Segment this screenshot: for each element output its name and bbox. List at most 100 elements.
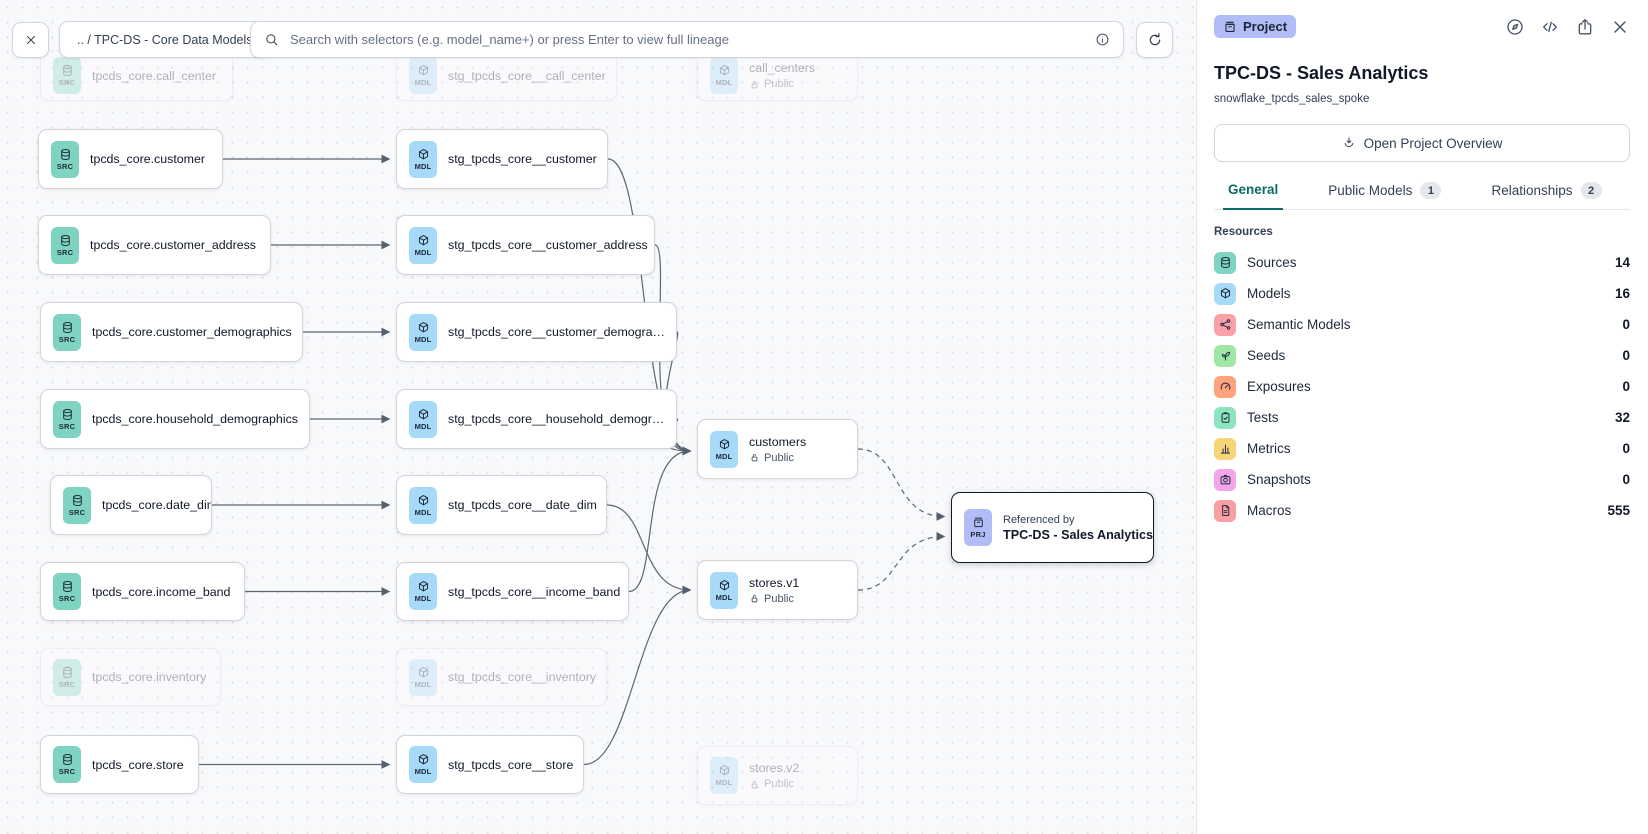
database-icon: [61, 321, 74, 334]
node-text: tpcds_core.call_center: [92, 69, 216, 83]
info-icon[interactable]: [1095, 32, 1110, 47]
node-sublabel: Referenced by: [1003, 514, 1141, 526]
bar-chart-icon: [1214, 438, 1236, 460]
node-visibility: Public: [749, 78, 815, 90]
lineage-node-src_household_demographics[interactable]: SRCtpcds_core.household_demographics: [40, 389, 310, 449]
lineage-node-src_inventory[interactable]: SRCtpcds_core.inventory: [40, 648, 221, 706]
open-project-overview-button[interactable]: Open Project Overview: [1214, 124, 1630, 162]
lineage-node-src_store[interactable]: SRCtpcds_core.store: [40, 735, 199, 794]
lineage-node-pub_stores_v2[interactable]: MDLstores.v2Public: [697, 746, 858, 805]
database-icon: [61, 408, 74, 421]
semantic-graph-icon: [1214, 314, 1236, 336]
database-icon: [61, 666, 74, 679]
open-project-overview-label: Open Project Overview: [1364, 136, 1503, 151]
resource-row-tests[interactable]: Tests32: [1214, 402, 1630, 433]
lineage-node-mdl_customer[interactable]: MDL stg_tpcds_core__customer: [396, 129, 608, 189]
cube-icon: [417, 580, 430, 593]
resource-label: Models: [1247, 286, 1604, 301]
close-button[interactable]: [1610, 17, 1630, 37]
lock-icon: [749, 452, 760, 463]
lineage-node-mdl_income_band[interactable]: MDLstg_tpcds_core__income_band: [396, 562, 629, 621]
tab-public-models[interactable]: Public Models1: [1323, 182, 1446, 210]
lineage-node-pub_customers[interactable]: MDLcustomersPublic: [697, 419, 858, 479]
lineage-node-prj_sales_analytics[interactable]: PRJReferenced byTPC-DS - Sales Analytics: [951, 492, 1154, 563]
node-label: stg_tpcds_core__call_center: [448, 69, 604, 83]
cube-icon: [718, 64, 731, 77]
node-label: tpcds_core.customer_address: [90, 238, 256, 252]
lock-icon: [749, 779, 760, 790]
resource-label: Tests: [1247, 410, 1604, 425]
camera-icon: [1214, 469, 1236, 491]
node-label: tpcds_core.customer: [90, 152, 205, 166]
node-label: tpcds_core.customer_demographics: [92, 325, 290, 339]
export-button[interactable]: [1575, 17, 1595, 37]
resource-row-semantic-models[interactable]: Semantic Models0: [1214, 309, 1630, 340]
resource-row-models[interactable]: Models16: [1214, 278, 1630, 309]
node-label: tpcds_core.call_center: [92, 69, 216, 83]
lineage-node-mdl_store[interactable]: MDLstg_tpcds_core__store: [396, 735, 584, 794]
lineage-node-mdl_customer_address[interactable]: MDLstg_tpcds_core__customer_address: [396, 215, 655, 275]
lineage-node-src_customer[interactable]: SRCtpcds_core.customer: [38, 129, 223, 189]
resource-row-exposures[interactable]: Exposures0: [1214, 371, 1630, 402]
lineage-node-mdl_inventory[interactable]: MDLstg_tpcds_core__inventory: [396, 648, 607, 706]
mdl-badge: MDL: [710, 572, 738, 609]
panel-header: Project: [1214, 15, 1630, 38]
database-icon: [1214, 252, 1236, 274]
node-text: stg_tpcds_core__customer: [448, 152, 595, 166]
mdl-badge: MDL: [409, 141, 437, 178]
node-label: tpcds_core.date_dim: [102, 498, 199, 512]
resource-row-sources[interactable]: Sources14: [1214, 247, 1630, 278]
tab-general[interactable]: General: [1223, 182, 1283, 210]
node-label: stores.v2: [749, 761, 799, 775]
node-label: tpcds_core.household_demographics: [92, 412, 297, 426]
lineage-canvas[interactable]: SRCtpcds_core.call_centerSRCtpcds_core.c…: [0, 0, 1196, 834]
resource-label: Snapshots: [1247, 472, 1611, 487]
resource-row-snapshots[interactable]: Snapshots0: [1214, 464, 1630, 495]
lineage-node-src_date_dim[interactable]: SRCtpcds_core.date_dim: [50, 475, 212, 535]
lineage-node-mdl_customer_demographics[interactable]: MDLstg_tpcds_core__customer_demogra…: [396, 302, 677, 362]
close-lineage-button[interactable]: [12, 22, 49, 58]
resource-label: Macros: [1247, 503, 1596, 518]
resource-row-metrics[interactable]: Metrics0: [1214, 433, 1630, 464]
search-icon: [264, 32, 279, 47]
visibility-label: Public: [764, 452, 794, 464]
cube-icon: [417, 64, 430, 77]
search-input[interactable]: [288, 31, 1086, 48]
compass-button[interactable]: [1505, 17, 1525, 37]
database-icon: [61, 580, 74, 593]
code-button[interactable]: [1540, 17, 1560, 37]
close-icon: [1610, 17, 1630, 37]
node-label: customers: [749, 435, 806, 449]
tab-label: Relationships: [1491, 183, 1572, 198]
resource-row-seeds[interactable]: Seeds0: [1214, 340, 1630, 371]
src-badge: SRC: [51, 227, 79, 264]
node-label: stg_tpcds_core__date_dim: [448, 498, 594, 512]
panel-header-actions: [1505, 17, 1630, 37]
resource-label: Metrics: [1247, 441, 1611, 456]
database-icon: [59, 148, 72, 161]
resource-row-macros[interactable]: Macros555: [1214, 495, 1630, 526]
lineage-node-src_customer_address[interactable]: SRC tpcds_core.customer_address: [38, 215, 271, 275]
overview-icon: [1342, 136, 1356, 150]
lineage-node-src_customer_demographics[interactable]: SRCtpcds_core.customer_demographics: [40, 302, 303, 362]
lineage-node-mdl_household_demographics[interactable]: MDLstg_tpcds_core__household_demogr…: [396, 389, 677, 449]
visibility-label: Public: [764, 593, 794, 605]
lineage-node-pub_stores_v1[interactable]: MDLstores.v1Public: [697, 560, 858, 620]
node-label: stg_tpcds_core__customer_address: [448, 238, 642, 252]
node-text: tpcds_core.customer_demographics: [92, 325, 290, 339]
project-icon: [972, 516, 985, 529]
node-label: stg_tpcds_core__household_demogr…: [448, 412, 664, 426]
node-text: stg_tpcds_core__customer_address: [448, 238, 642, 252]
refresh-icon: [1147, 32, 1163, 48]
src-badge: SRC: [53, 573, 81, 610]
refresh-lineage-button[interactable]: [1136, 22, 1173, 58]
node-text: stores.v2Public: [749, 761, 799, 790]
lineage-node-mdl_date_dim[interactable]: MDLstg_tpcds_core__date_dim: [396, 475, 607, 535]
lineage-node-src_income_band[interactable]: SRCtpcds_core.income_band: [40, 562, 245, 621]
tab-relationships[interactable]: Relationships2: [1486, 182, 1606, 210]
node-text: stg_tpcds_core__date_dim: [448, 498, 594, 512]
breadcrumb[interactable]: .. / TPC-DS - Core Data Models: [59, 21, 271, 58]
database-icon: [59, 234, 72, 247]
compass-icon: [1505, 17, 1525, 37]
node-label: stg_tpcds_core__store: [448, 758, 571, 772]
